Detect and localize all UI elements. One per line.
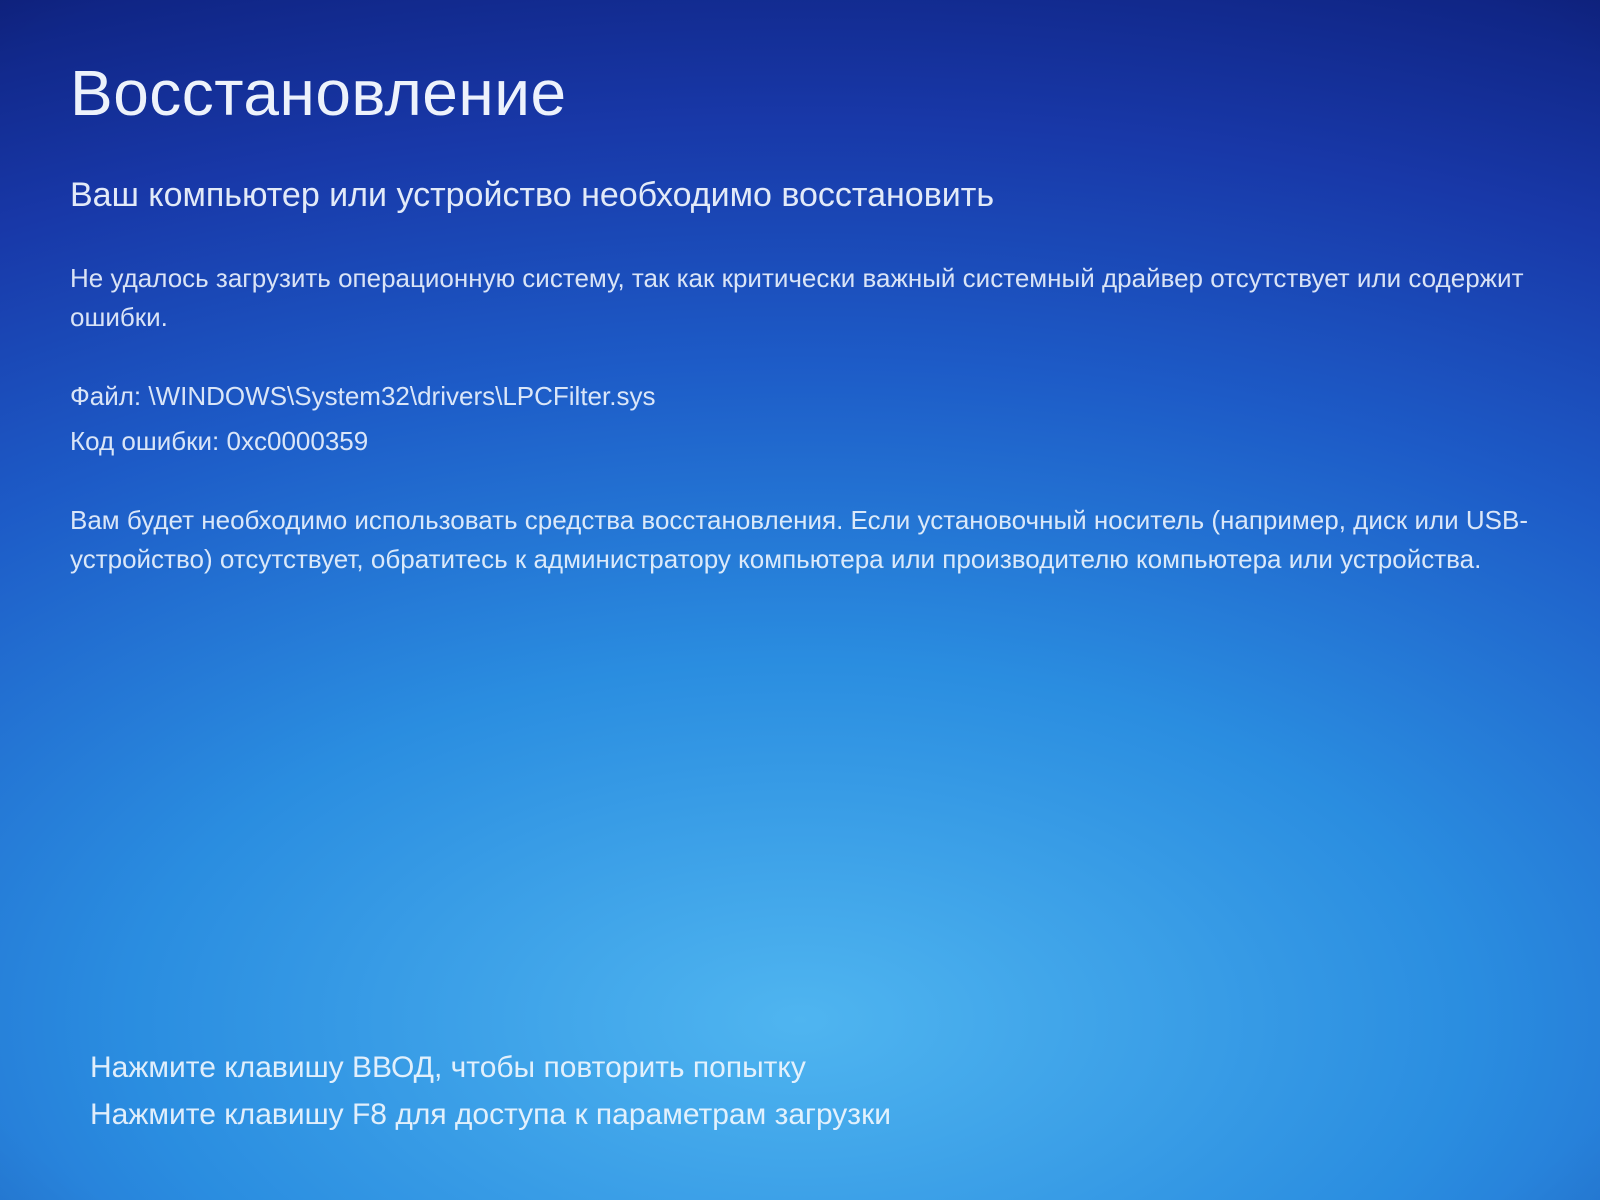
file-path: \WINDOWS\System32\drivers\LPCFilter.sys [148,381,655,411]
file-line: Файл: \WINDOWS\System32\drivers\LPCFilte… [70,377,1530,416]
file-label: Файл: [70,381,141,411]
recovery-instructions: Вам будет необходимо использовать средст… [70,501,1530,579]
error-code-line: Код ошибки: 0xc0000359 [70,422,1530,461]
error-code-label: Код ошибки: [70,426,219,456]
page-title: Восстановление [70,56,1530,130]
error-reason: Не удалось загрузить операционную систем… [70,259,1530,337]
recovery-screen: Восстановление Ваш компьютер или устройс… [0,0,1600,1200]
f8-prompt: Нажмите клавишу F8 для доступа к парамет… [90,1092,1530,1139]
key-prompts: Нажмите клавишу ВВОД, чтобы повторить по… [90,1045,1530,1138]
error-code-value: 0xc0000359 [227,426,369,456]
retry-prompt: Нажмите клавишу ВВОД, чтобы повторить по… [90,1045,1530,1092]
page-subtitle: Ваш компьютер или устройство необходимо … [70,176,1530,215]
